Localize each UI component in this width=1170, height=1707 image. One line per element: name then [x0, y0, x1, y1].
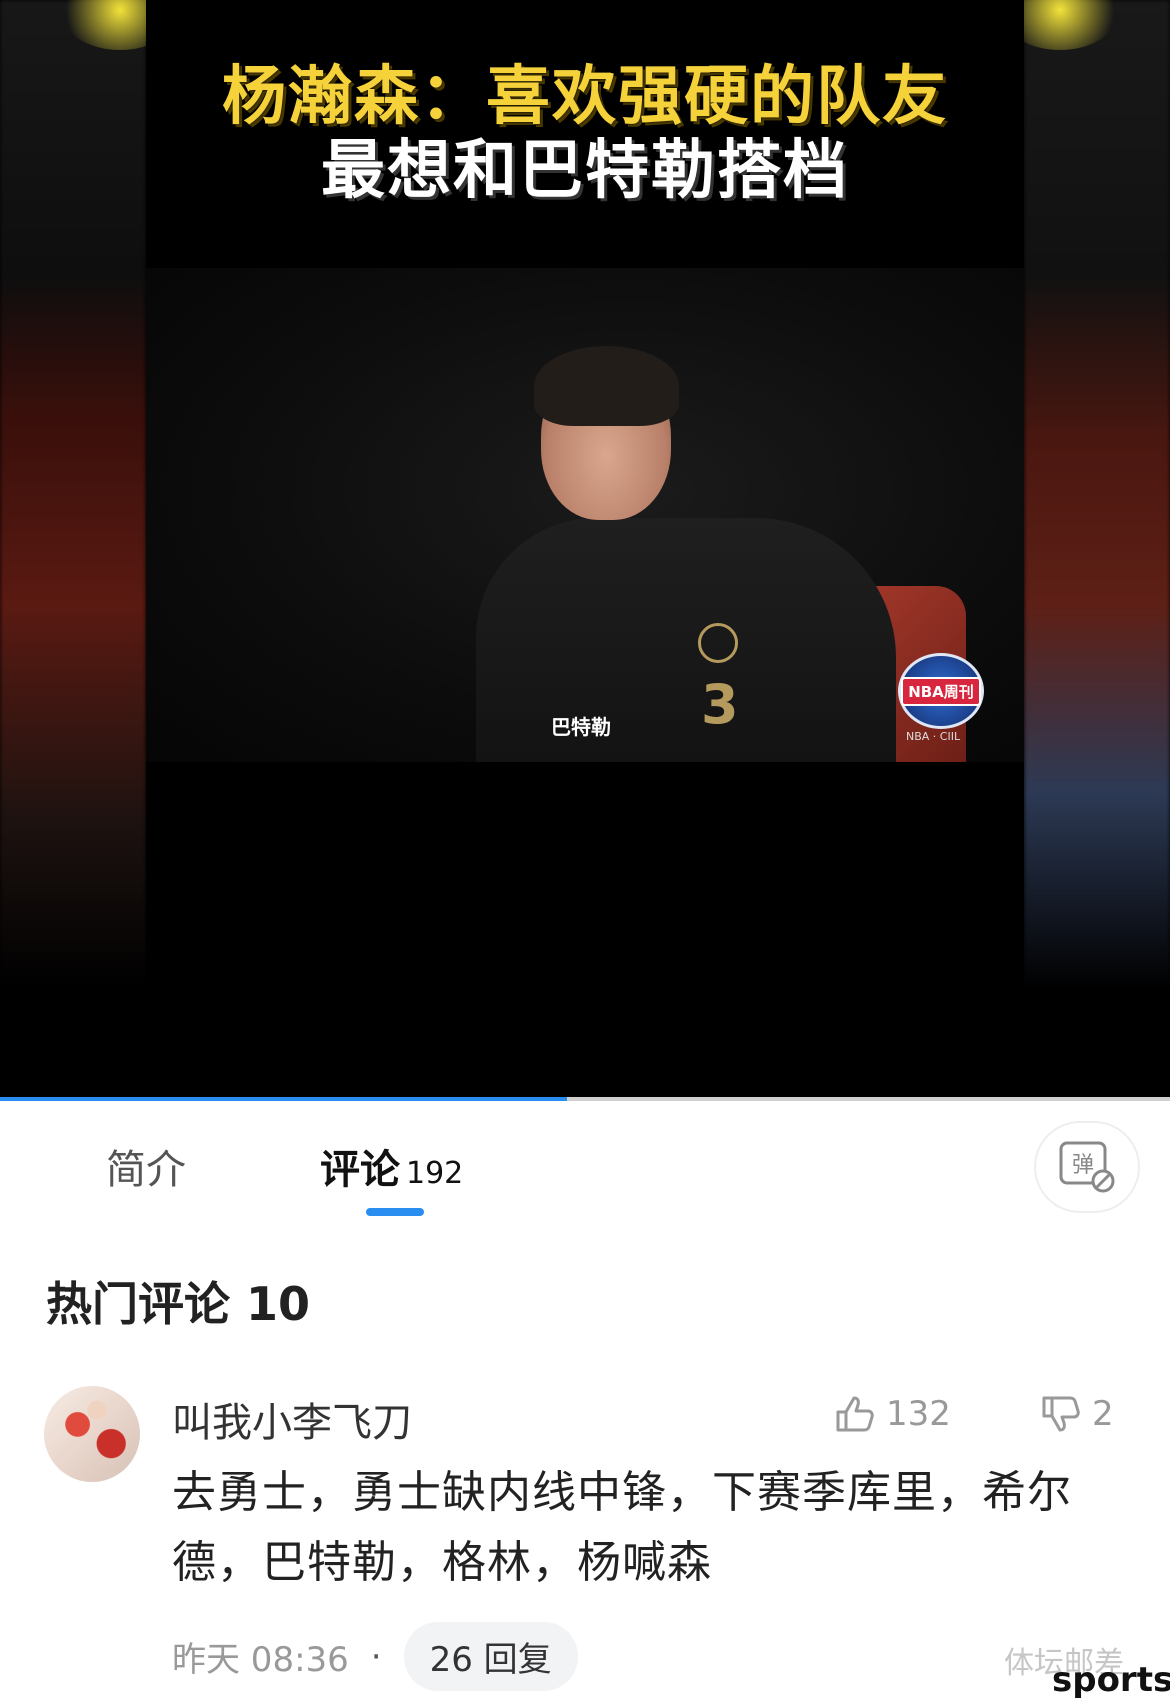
- dislike-count: 2: [1092, 1394, 1114, 1434]
- video-title-bar: 杨瀚森：喜欢强硬的队友 最想和巴特勒搭档: [146, 0, 1024, 268]
- comment-meta: 昨天 08:36 · 26 回复: [172, 1622, 578, 1691]
- person-body: [476, 518, 896, 762]
- jersey-number: 3: [701, 673, 739, 736]
- video-title-line2: 最想和巴特勒搭档: [321, 134, 849, 208]
- tab-comments-count: 192: [406, 1156, 464, 1191]
- like-button[interactable]: 132: [832, 1392, 951, 1436]
- comment-text: 去勇士，勇士缺内线中锋，下赛季库里，希尔德，巴特勒，格林，杨喊森: [172, 1467, 1072, 1588]
- jersey-logo: [698, 623, 738, 663]
- dislike-button[interactable]: 2: [1038, 1392, 1114, 1436]
- person-hair: [534, 346, 679, 426]
- danmu-off-icon: 弹: [1059, 1141, 1115, 1193]
- show-logo: NBA周刊: [898, 653, 984, 729]
- tab-intro[interactable]: 简介: [106, 1137, 186, 1195]
- hot-comments-title: 热门评论 10: [46, 1277, 311, 1331]
- avatar[interactable]: [44, 1386, 140, 1482]
- comment-item: 叫我小李飞刀 132 2 去勇士，勇士缺内线中锋，下赛季库里，希尔德，巴特勒，格…: [0, 1380, 1170, 1707]
- thumbs-down-icon: [1042, 1396, 1080, 1432]
- comment-username[interactable]: 叫我小李飞刀: [172, 1390, 412, 1448]
- show-logo-sub: NBA · CIIL: [906, 730, 961, 743]
- video-blur-right: [1024, 0, 1170, 1100]
- replies-button[interactable]: 26 回复: [403, 1622, 578, 1691]
- video-title-line1: 杨瀚森：喜欢强硬的队友: [222, 60, 948, 134]
- danmu-label: 弹: [1072, 1153, 1094, 1178]
- watermark-sports: sports: [1052, 1660, 1170, 1700]
- comment-time: 昨天 08:36: [172, 1640, 349, 1680]
- danmu-toggle-button[interactable]: 弹: [1036, 1123, 1138, 1211]
- video-blur-left: [0, 0, 146, 1100]
- thumbs-up-icon: [836, 1396, 874, 1432]
- tab-comments[interactable]: 评论 192: [320, 1137, 463, 1195]
- tab-comments-label: 评论: [320, 1147, 400, 1193]
- video-player[interactable]: 杨瀚森：喜欢强硬的队友 最想和巴特勒搭档 3 巴特勒 NBA周刊 NBA · C…: [0, 0, 1170, 1100]
- shirt-text: 巴特勒: [551, 715, 611, 739]
- video-scene: 3 巴特勒 NBA周刊 NBA · CIIL: [146, 268, 1024, 762]
- like-count: 132: [886, 1394, 951, 1434]
- show-logo-text: NBA周刊: [901, 676, 981, 706]
- tab-bar: 简介 评论 192 弹: [0, 1101, 1170, 1219]
- meta-separator: ·: [370, 1636, 382, 1677]
- tab-active-indicator: [366, 1208, 424, 1216]
- tab-intro-label: 简介: [106, 1147, 186, 1193]
- video-frame: 杨瀚森：喜欢强硬的队友 最想和巴特勒搭档 3 巴特勒 NBA周刊 NBA · C…: [146, 0, 1024, 1100]
